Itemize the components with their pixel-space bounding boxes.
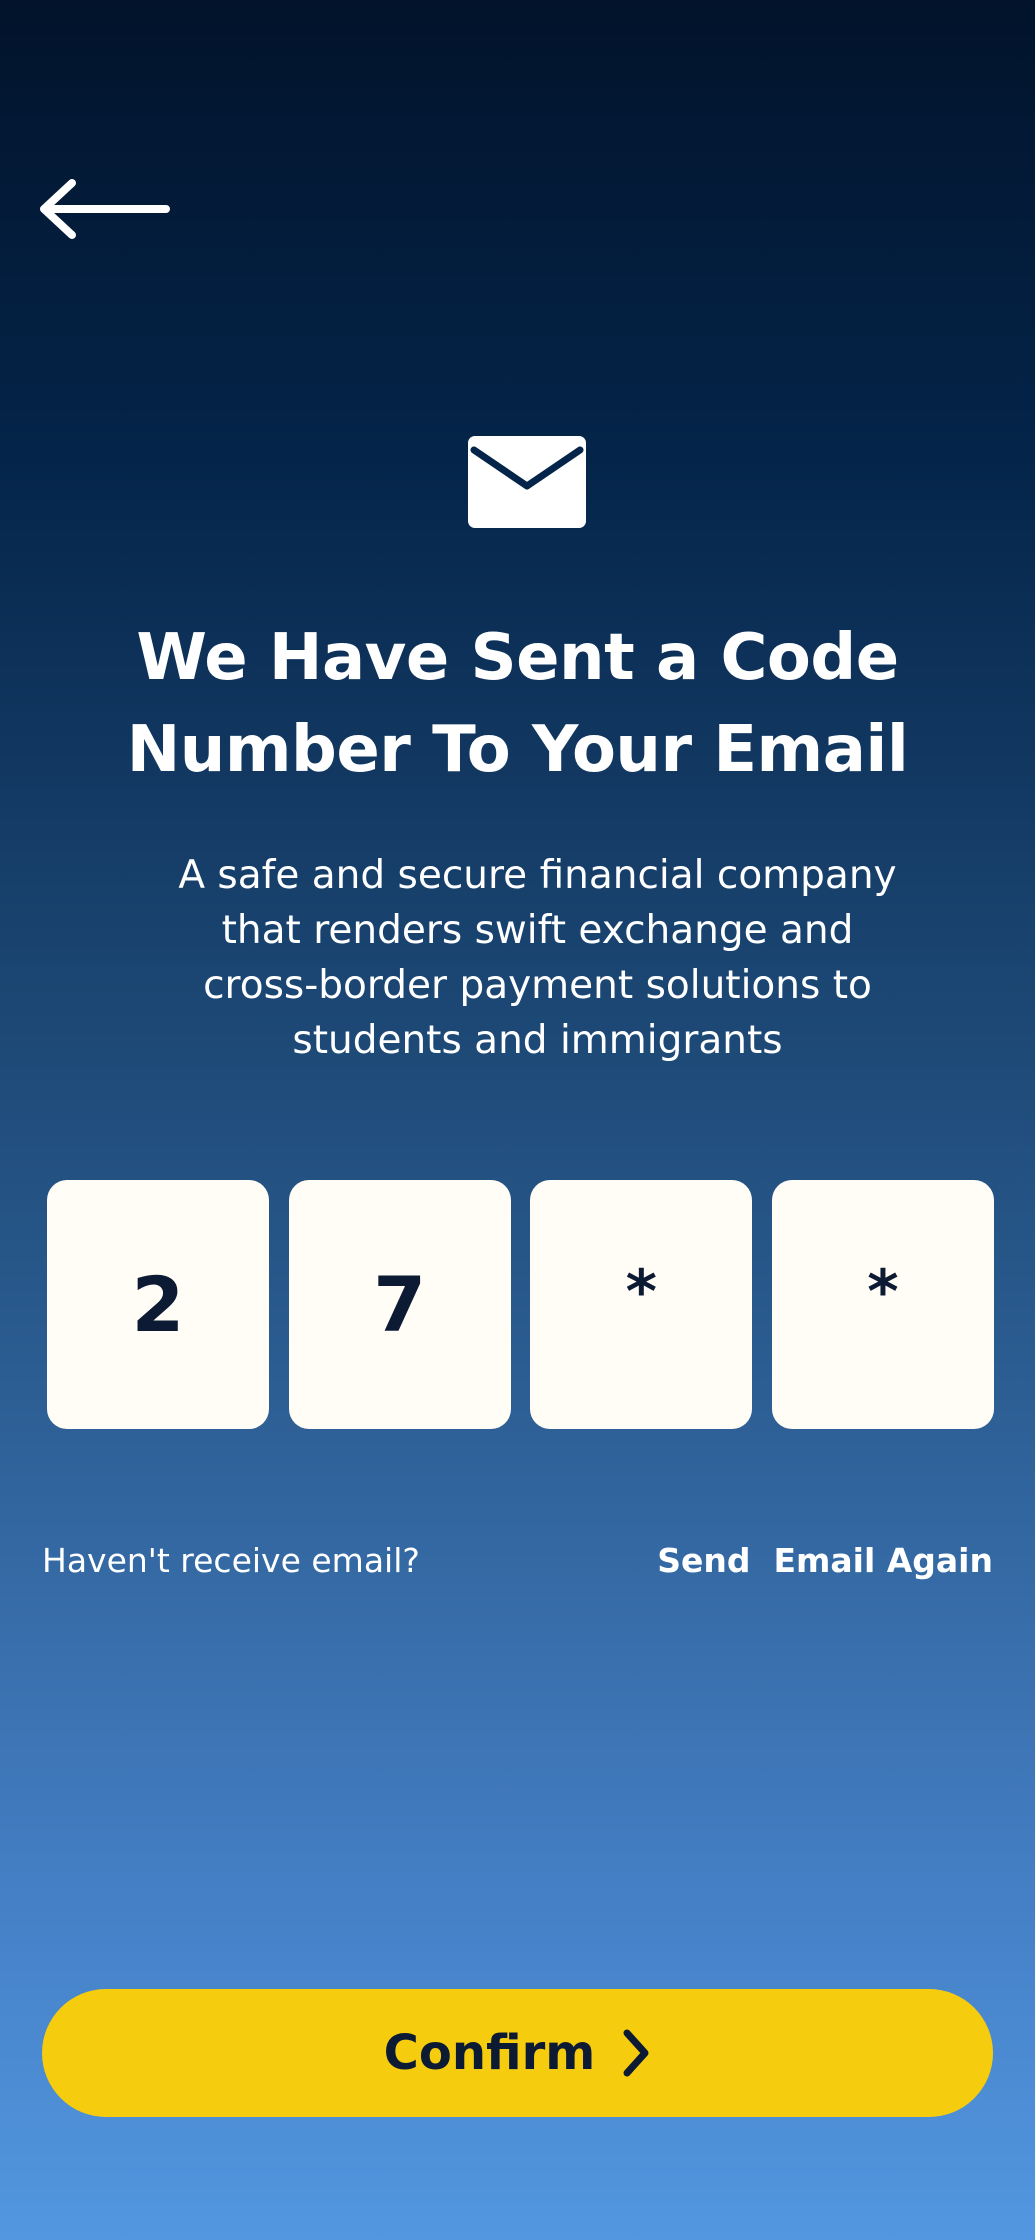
confirm-button[interactable]: Confirm — [42, 1989, 993, 2117]
title-line-1: We Have Sent a Code — [136, 621, 899, 695]
resend-row: Haven't receive email? Send Email Again — [42, 1535, 993, 1585]
chevron-right-icon — [621, 2028, 651, 2078]
page-title: We Have Sent a Code Number To Your Email — [60, 612, 975, 796]
code-digit-3[interactable]: * — [530, 1180, 753, 1429]
code-digit-4[interactable]: * — [771, 1180, 994, 1429]
description-line-4: students and immigrants — [292, 1018, 783, 1063]
verification-screen: We Have Sent a Code Number To Your Email… — [0, 0, 1035, 2240]
code-input-row: 2 7 * * — [47, 1180, 994, 1429]
resend-question: Haven't receive email? — [42, 1540, 420, 1580]
send-email-again-link[interactable]: Send Email Again — [657, 1541, 993, 1580]
code-digit-2[interactable]: 7 — [288, 1180, 511, 1429]
code-digit-1[interactable]: 2 — [47, 1180, 269, 1429]
description-text: A safe and secure financial company that… — [120, 848, 955, 1068]
title-line-2: Number To Your Email — [126, 713, 909, 787]
arrow-left-icon — [40, 179, 170, 239]
description-line-1: A safe and secure financial company — [178, 853, 897, 898]
description-line-3: cross-border payment solutions to — [203, 963, 872, 1008]
description-line-2: that renders swift exchange and — [221, 908, 854, 953]
back-button[interactable] — [38, 170, 172, 248]
mail-icon — [468, 436, 586, 528]
confirm-label: Confirm — [383, 2025, 596, 2081]
